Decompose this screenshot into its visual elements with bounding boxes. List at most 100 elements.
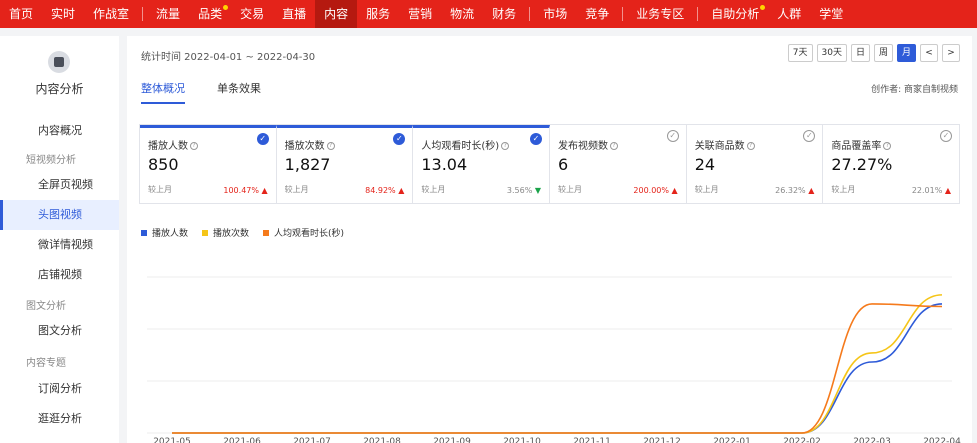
nav-item[interactable]: 品类 bbox=[189, 0, 231, 28]
tab-single-effect[interactable]: 单条效果 bbox=[217, 80, 261, 104]
nav-item[interactable]: 学堂 bbox=[810, 0, 852, 28]
nav-item[interactable]: 作战室 bbox=[84, 0, 138, 28]
nav-item[interactable]: 内容 bbox=[315, 0, 358, 28]
new-badge-dot bbox=[760, 5, 766, 10]
help-icon[interactable]: ? bbox=[610, 142, 619, 150]
metric-card[interactable]: ✓ 关联商品数? 24 较上月 26.32% ▲ bbox=[687, 125, 824, 203]
metric-select-check-icon[interactable]: ✓ bbox=[530, 133, 543, 145]
series-line bbox=[171, 294, 943, 434]
sidebar-item-subscribe[interactable]: 订阅分析 bbox=[0, 374, 119, 404]
tab-overview[interactable]: 整体概况 bbox=[141, 80, 185, 104]
nav-separator bbox=[142, 7, 144, 21]
sidebar-item-overview[interactable]: 内容概况 bbox=[0, 116, 119, 146]
nav-item[interactable]: 物流 bbox=[441, 0, 483, 28]
metric-card[interactable]: ✓ 人均观看时长(秒)? 13.04 较上月 3.56% ▼ bbox=[413, 125, 551, 203]
legend-swatch bbox=[141, 229, 147, 236]
period-month-button[interactable]: 月 bbox=[896, 44, 916, 62]
prev-period-button[interactable]: < bbox=[920, 44, 938, 62]
sidebar-item-fullscreen-video[interactable]: 全屏页视频 bbox=[0, 170, 119, 200]
sidebar-group-article: 图文分析 bbox=[26, 301, 66, 312]
next-period-button[interactable]: > bbox=[942, 44, 960, 62]
metric-value: 1,827 bbox=[284, 155, 331, 174]
legend-item[interactable]: 播放次数 bbox=[202, 226, 249, 239]
sidebar: 内容分析 内容概况 短视频分析 全屏页视频 头图视频 微详情视频 店铺视频 图文… bbox=[0, 36, 119, 443]
metric-compare-label: 较上月 bbox=[284, 185, 309, 194]
nav-item[interactable]: 服务 bbox=[357, 0, 399, 28]
metric-compare-label: 较上月 bbox=[421, 185, 446, 194]
sidebar-title: 内容分析 bbox=[35, 82, 84, 96]
arrow-down-icon: ▼ bbox=[534, 186, 542, 195]
nav-item[interactable]: 交易 bbox=[231, 0, 273, 28]
main-panel: 统计时间 2022-04-01 ~ 2022-04-30 7天 30天 日 周 … bbox=[127, 36, 972, 443]
legend-item[interactable]: 播放人数 bbox=[141, 226, 188, 239]
help-icon[interactable]: ? bbox=[326, 142, 335, 150]
metric-compare-label: 较上月 bbox=[694, 185, 719, 194]
x-tick-label: 2022-03 bbox=[853, 437, 891, 443]
nav-separator bbox=[529, 7, 531, 21]
nav-item[interactable]: 竞争 bbox=[576, 0, 618, 28]
metric-card[interactable]: ✓ 商品覆盖率? 27.27% 较上月 22.01% ▲ bbox=[823, 125, 959, 203]
metric-card[interactable]: ✓ 发布视频数? 6 较上月 200.00% ▲ bbox=[550, 125, 687, 203]
nav-item[interactable]: 实时 bbox=[42, 0, 84, 28]
x-tick-label: 2021-11 bbox=[573, 437, 611, 443]
metric-rate: 100.47% ▲ bbox=[223, 186, 268, 195]
period-week-button[interactable]: 周 bbox=[873, 44, 893, 62]
chart-legend: 播放人数 播放次数 人均观看时长(秒) bbox=[141, 226, 344, 239]
tabs: 整体概况 单条效果 bbox=[141, 80, 261, 104]
legend-item[interactable]: 人均观看时长(秒) bbox=[263, 226, 344, 239]
metric-compare-label: 较上月 bbox=[148, 185, 172, 194]
metric-rate: 84.92% ▲ bbox=[365, 186, 405, 195]
metric-card[interactable]: ✓ 播放人数? 850 较上月 100.47% ▲ bbox=[140, 125, 277, 203]
sidebar-group-short-video: 短视频分析 bbox=[26, 155, 76, 166]
nav-item[interactable]: 人群 bbox=[768, 0, 810, 28]
nav-item[interactable]: 业务专区 bbox=[627, 0, 693, 28]
sidebar-item-browse[interactable]: 逛逛分析 bbox=[0, 404, 119, 434]
nav-separator bbox=[697, 7, 699, 21]
nav-item[interactable]: 营销 bbox=[399, 0, 441, 28]
nav-item[interactable]: 财务 bbox=[483, 0, 525, 28]
metric-select-check-icon[interactable]: ✓ bbox=[256, 133, 269, 145]
metric-rate: 22.01% ▲ bbox=[911, 186, 952, 195]
help-icon[interactable]: ? bbox=[501, 142, 510, 150]
arrow-up-icon: ▲ bbox=[671, 186, 678, 195]
sidebar-item-main-image-video[interactable]: 头图视频 bbox=[0, 200, 119, 230]
sidebar-item-article-analysis[interactable]: 图文分析 bbox=[0, 316, 119, 346]
legend-swatch bbox=[263, 229, 270, 236]
new-badge-dot bbox=[223, 5, 229, 10]
metric-value: 6 bbox=[558, 155, 569, 174]
x-tick-label: 2022-01 bbox=[713, 437, 751, 443]
metric-compare-label: 较上月 bbox=[831, 185, 856, 194]
period-selector: 7天 30天 日 周 月 < > bbox=[787, 44, 960, 62]
nav-item[interactable]: 自助分析 bbox=[702, 0, 768, 28]
top-navigation: 首页 实时 作战室 流量 品类 交易 直播 内容 服务 营销 物流 财务 市场 竞争 业务专区 自助分析 人群学… bbox=[0, 0, 977, 28]
nav-item[interactable]: 流量 bbox=[147, 0, 189, 28]
nav-item[interactable]: 直播 bbox=[273, 0, 315, 28]
metric-select-check-icon[interactable]: ✓ bbox=[666, 130, 679, 142]
nav-item[interactable]: 市场 bbox=[534, 0, 576, 28]
period-7d-button[interactable]: 7天 bbox=[787, 44, 813, 62]
period-day-button[interactable]: 日 bbox=[850, 44, 870, 62]
metric-select-check-icon[interactable]: ✓ bbox=[940, 130, 953, 142]
metric-label: 发布视频数? bbox=[558, 137, 686, 152]
period-30d-button[interactable]: 30天 bbox=[816, 44, 847, 62]
metric-card[interactable]: ✓ 播放次数? 1,827 较上月 84.92% ▲ bbox=[276, 125, 414, 203]
nav-item[interactable]: 首页 bbox=[0, 0, 42, 28]
x-tick-label: 2021-12 bbox=[643, 437, 681, 443]
creator-filter[interactable]: 创作者: 商家自制视频 bbox=[871, 82, 958, 95]
arrow-up-icon: ▲ bbox=[398, 186, 405, 195]
metric-compare-label: 较上月 bbox=[558, 185, 583, 194]
sidebar-item-shop-video[interactable]: 店铺视频 bbox=[0, 260, 119, 290]
sidebar-item-micro-detail-video[interactable]: 微详情视频 bbox=[0, 230, 119, 260]
metric-value: 850 bbox=[148, 155, 179, 174]
arrow-up-icon: ▲ bbox=[944, 186, 952, 195]
x-tick-label: 2021-07 bbox=[293, 437, 331, 443]
metric-value: 27.27% bbox=[831, 155, 893, 174]
help-icon[interactable]: ? bbox=[190, 142, 198, 150]
x-tick-label: 2021-09 bbox=[433, 437, 471, 443]
x-tick-label: 2022-04 bbox=[923, 437, 961, 443]
content-analysis-icon bbox=[48, 51, 70, 73]
x-tick-label: 2021-06 bbox=[223, 437, 261, 443]
help-icon[interactable]: ? bbox=[883, 142, 892, 150]
help-icon[interactable]: ? bbox=[746, 142, 755, 150]
x-tick-label: 2021-08 bbox=[363, 437, 401, 443]
